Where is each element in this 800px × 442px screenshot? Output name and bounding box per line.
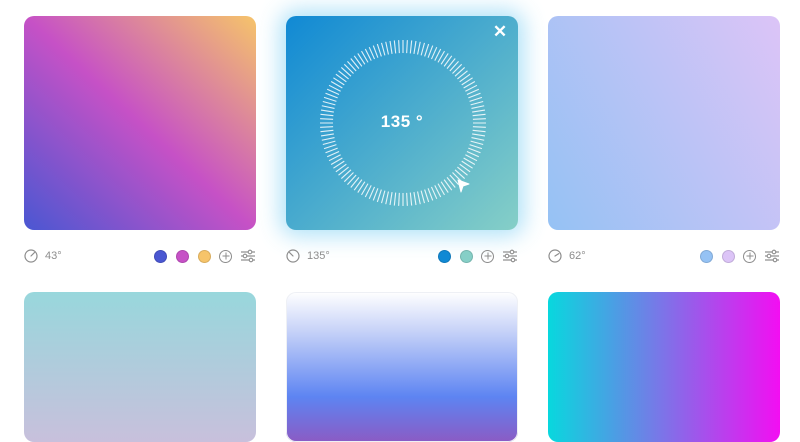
dial-tick: [322, 100, 336, 106]
dial-tick: [393, 192, 397, 206]
plus-circle-icon[interactable]: [481, 249, 494, 263]
dial-tick: [385, 41, 389, 55]
dial-tick: [398, 40, 400, 54]
card-2-toolbar: 135°: [286, 245, 518, 267]
dial-tick: [325, 147, 338, 154]
gradient-card-5[interactable]: [286, 292, 518, 442]
color-swatch-1[interactable]: [438, 249, 451, 263]
dial-tick: [470, 140, 484, 146]
dial-tick: [389, 40, 393, 54]
dial-tick: [424, 43, 430, 57]
dial-tick: [380, 190, 386, 204]
gradient-card-3[interactable]: [548, 16, 780, 230]
dial-tick: [323, 144, 337, 150]
gauge-icon: [548, 249, 562, 263]
dial-tick: [372, 188, 379, 201]
gradient-card-2[interactable]: 135 ° ✕: [286, 16, 518, 230]
dial-tick: [469, 96, 483, 102]
dial-tick: [470, 100, 484, 106]
color-swatch-2[interactable]: [460, 249, 473, 263]
angle-value: 135°: [307, 250, 330, 262]
dial-tick: [420, 190, 426, 204]
dial-tick: [321, 137, 335, 141]
card-1-toolbar: 43°: [24, 245, 256, 267]
dial-tick: [409, 40, 413, 54]
gauge-icon: [24, 249, 38, 263]
dial-tick: [427, 188, 434, 201]
card-3-toolbar: 62°: [548, 245, 780, 267]
gradient-card-1[interactable]: [24, 16, 256, 230]
dial-tick: [372, 45, 379, 58]
close-icon[interactable]: ✕: [492, 23, 508, 40]
color-swatch-1[interactable]: [700, 249, 713, 263]
dial-tick: [323, 96, 337, 102]
dial-tick: [413, 192, 417, 206]
color-swatch-2[interactable]: [722, 249, 735, 263]
dial-tick: [393, 40, 397, 54]
dial-tick: [398, 192, 400, 206]
dial-tick: [417, 41, 421, 55]
dial-tick: [385, 191, 389, 205]
color-swatch-3[interactable]: [198, 249, 211, 263]
dial-tick: [468, 92, 481, 99]
dial-tick: [420, 42, 426, 56]
sliders-icon[interactable]: [240, 249, 256, 263]
color-swatch-2[interactable]: [176, 249, 189, 263]
dial-tick: [376, 189, 382, 203]
dial-tick: [406, 40, 408, 54]
dial-tick: [424, 189, 430, 203]
sliders-icon[interactable]: [502, 249, 518, 263]
plus-circle-icon[interactable]: [219, 249, 232, 263]
dial-tick: [471, 105, 485, 109]
gauge-icon: [286, 249, 300, 263]
dial-tick: [325, 92, 338, 99]
dial-tick: [376, 43, 382, 57]
angle-readout: 135 °: [380, 112, 424, 131]
dial-tick: [413, 40, 417, 54]
dial-tick: [406, 192, 408, 206]
dial-tick: [472, 133, 486, 137]
gradient-card-6[interactable]: [548, 292, 780, 442]
dial-tick: [469, 144, 483, 150]
dial-tick: [322, 140, 336, 146]
dial-tick: [380, 42, 386, 56]
dial-tick: [468, 147, 481, 154]
gradient-card-4[interactable]: [24, 292, 256, 442]
pointer-cursor-icon: [457, 179, 470, 193]
angle-value: 43°: [45, 250, 62, 262]
dial-tick: [409, 192, 413, 206]
plus-circle-icon[interactable]: [743, 249, 756, 263]
dial-tick: [320, 133, 334, 137]
color-swatch-1[interactable]: [154, 249, 167, 263]
dial-tick: [389, 192, 393, 206]
dial-tick: [417, 191, 421, 205]
dial-tick: [321, 105, 335, 109]
angle-value: 62°: [569, 250, 586, 262]
dial-tick: [427, 45, 434, 58]
sliders-icon[interactable]: [764, 249, 780, 263]
dial-tick: [471, 137, 485, 141]
